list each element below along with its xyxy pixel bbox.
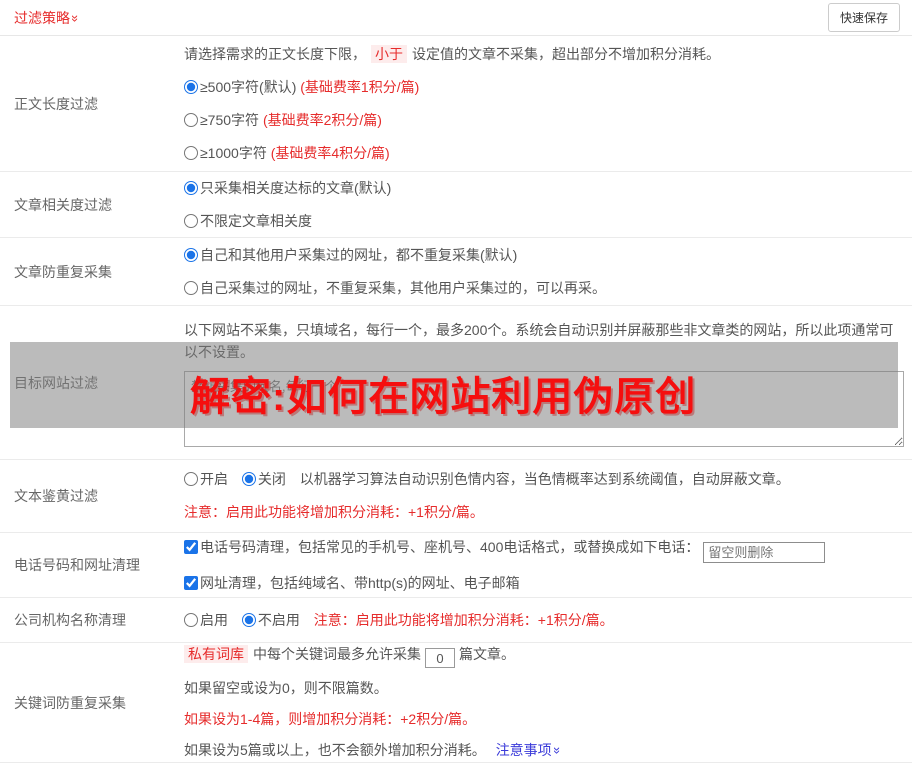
phone-clean-checkbox[interactable] — [184, 539, 198, 554]
row-label-url-dedup: 文章防重复采集 — [14, 263, 112, 280]
relevance-strict-radio[interactable] — [184, 180, 198, 195]
row-relevance-filter: 文章相关度过滤 只采集相关度达标的文章(默认) 不限定文章相关度 — [0, 172, 912, 238]
row-body-length-filter: 正文长度过滤 请选择需求的正文长度下限， 小于 设定值的文章不采集，超出部分不增加积… — [0, 36, 912, 172]
filter-strategy-page: 过滤策略» 快速保存 正文长度过滤 请选择需求的正文长度下限， 小于 设定值的文章不… — [0, 0, 912, 768]
body-length-option-750: ≥750字符 (基础费率2积分/篇) — [184, 110, 904, 131]
body-length-500-note: (基础费率1积分/篇) — [300, 78, 420, 95]
row-content-url-dedup: 自己和其他用户采集过的网址，都不重复采集(默认) 自己采集过的网址，不重复采集，… — [184, 238, 912, 305]
less-than-tag: 小于 — [371, 44, 407, 63]
dedup-self-only-radio[interactable] — [184, 280, 198, 295]
row-content-body-length: 请选择需求的正文长度下限， 小于 设定值的文章不采集，超出部分不增加积分消耗。 ≥5… — [184, 36, 912, 171]
keyword-dedup-note-five: 如果设为5篇或以上，也不会额外增加积分消耗。 — [184, 742, 486, 759]
row-label-body-length: 正文长度过滤 — [14, 95, 98, 112]
body-length-intro: 请选择需求的正文长度下限， 小于 设定值的文章不采集，超出部分不增加积分消耗。 — [184, 44, 720, 63]
row-label-relevance: 文章相关度过滤 — [14, 196, 112, 213]
row-label-target-site: 目标网站过滤 — [14, 374, 98, 391]
dedup-global-radio[interactable] — [184, 247, 198, 262]
private-lexicon-link[interactable]: 私有词库 — [184, 644, 248, 663]
row-company-clean: 公司机构名称清理 启用 不启用 注意：启用此功能将增加积分消耗：+1积分/篇。 — [0, 598, 912, 643]
row-label-porn-filter: 文本鉴黄过滤 — [14, 488, 98, 504]
body-length-750-note: (基础费率2积分/篇) — [262, 111, 382, 128]
porn-filter-on-radio[interactable] — [184, 472, 198, 486]
keyword-dedup-note-zero: 如果留空或设为0，则不限篇数。 — [184, 680, 388, 697]
row-keyword-dedup: 关键词防重复采集 私有词库中每个关键词最多允许采集篇文章。 如果留空或设为0，则… — [0, 643, 912, 763]
company-clean-warning: 注意：启用此功能将增加积分消耗：+1积分/篇。 — [313, 611, 614, 628]
company-clean-enable-radio[interactable] — [184, 612, 198, 627]
body-length-1000-radio[interactable] — [184, 145, 198, 160]
keyword-max-count-input[interactable] — [425, 648, 455, 669]
url-clean-checkbox[interactable] — [184, 575, 198, 590]
company-clean-disable-radio[interactable] — [241, 612, 256, 627]
page-title: 过滤策略 — [14, 9, 70, 26]
double-chevron-down-icon: » — [68, 14, 84, 22]
row-target-site-filter: 目标网站过滤 以下网站不采集，只填域名，每行一个，最多200个。系统会自动识别并… — [0, 306, 912, 460]
body-length-option-500: ≥500字符(默认) (基础费率1积分/篇) — [184, 77, 904, 98]
body-length-500-radio[interactable] — [184, 79, 198, 94]
quick-save-button[interactable]: 快速保存 — [827, 3, 900, 32]
row-content-phone-url-clean: 电话号码清理，包括常见的手机号、座机号、400电话格式，或替换成如下电话： 网址… — [184, 533, 912, 597]
body-length-option-1000: ≥1000字符 (基础费率4积分/篇) — [184, 143, 904, 164]
replacement-phone-input[interactable] — [703, 541, 826, 563]
keyword-dedup-note-cost: 如果设为1-4篇，则增加积分消耗：+2积分/篇。 — [184, 711, 477, 728]
target-site-desc: 以下网站不采集，只填域名，每行一个，最多200个。系统会自动识别并屏蔽那些非文章… — [184, 321, 894, 360]
row-url-dedup: 文章防重复采集 自己和其他用户采集过的网址，都不重复采集(默认) 自己采集过的网… — [0, 238, 912, 306]
row-porn-filter: 文本鉴黄过滤 开启 关闭 以机器学习算法自动识别色情内容，当色情概率达到系统阈值… — [0, 460, 912, 533]
row-label-keyword-dedup: 关键词防重复采集 — [14, 694, 126, 711]
notice-double-chevron-down-icon: » — [549, 747, 565, 755]
topbar: 过滤策略» 快速保存 — [0, 0, 912, 36]
row-content-keyword-dedup: 私有词库中每个关键词最多允许采集篇文章。 如果留空或设为0，则不限篇数。 如果设… — [184, 643, 912, 762]
notice-link[interactable]: 注意事项» — [496, 742, 565, 758]
body-length-1000-note: (基础费率4积分/篇) — [270, 144, 390, 161]
body-length-750-radio[interactable] — [184, 112, 198, 127]
row-phone-url-clean: 电话号码和网址清理 电话号码清理，包括常见的手机号、座机号、400电话格式，或替… — [0, 533, 912, 598]
row-content-porn-filter: 开启 关闭 以机器学习算法自动识别色情内容，当色情概率达到系统阈值，自动屏蔽文章… — [184, 460, 912, 532]
porn-filter-warning: 注意：启用此功能将增加积分消耗：+1积分/篇。 — [184, 504, 484, 520]
page-title-toggle[interactable]: 过滤策略» — [14, 8, 83, 28]
row-content-company-clean: 启用 不启用 注意：启用此功能将增加积分消耗：+1积分/篇。 — [184, 598, 912, 642]
porn-filter-desc: 以机器学习算法自动识别色情内容，当色情概率达到系统阈值，自动屏蔽文章。 — [299, 471, 790, 487]
row-content-relevance: 只采集相关度达标的文章(默认) 不限定文章相关度 — [184, 172, 912, 237]
porn-filter-off-radio[interactable] — [241, 472, 256, 486]
blocked-domains-textarea[interactable] — [184, 370, 904, 447]
relevance-any-radio[interactable] — [184, 213, 198, 228]
row-label-company-clean: 公司机构名称清理 — [14, 612, 126, 628]
row-label-phone-url-clean: 电话号码和网址清理 — [14, 557, 140, 573]
row-content-target-site: 以下网站不采集，只填域名，每行一个，最多200个。系统会自动识别并屏蔽那些非文章… — [184, 306, 912, 459]
